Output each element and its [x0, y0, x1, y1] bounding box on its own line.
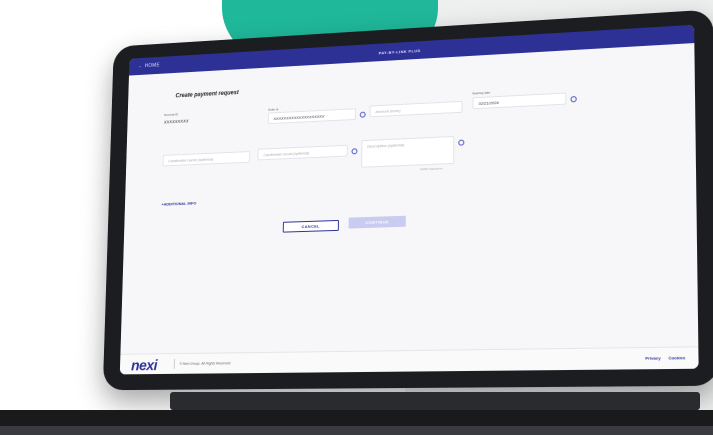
- terminal-id-label: Terminal ID: [163, 112, 178, 117]
- footer-divider: [173, 359, 175, 369]
- tablet-screen: ← HOME PAY-BY-LINK PLUS Create payment r…: [119, 24, 699, 375]
- copyright-text: © Nexi Group. All Rights Reserved.: [179, 361, 232, 366]
- description-counter: 0/255 characters: [420, 166, 443, 172]
- expiring-date-label: Expiring date: [472, 90, 491, 96]
- keyboard-hinge: [170, 392, 700, 410]
- cancel-button[interactable]: CANCEL: [282, 219, 339, 233]
- amount-input[interactable]: Amount (euro): [369, 100, 463, 118]
- expiring-date-field[interactable]: 02/21/2024: [472, 92, 567, 110]
- footer: nexi © Nexi Group. All Rights Reserved. …: [119, 346, 699, 375]
- back-label: HOME: [144, 62, 160, 70]
- nexi-logo: nexi: [130, 357, 158, 375]
- form-title: Create payment request: [175, 90, 239, 100]
- footer-links: Privacy Cookies: [639, 355, 685, 361]
- keyboard-edge: [0, 426, 713, 435]
- info-circle-icon[interactable]: [359, 111, 366, 118]
- order-id-field[interactable]: XXXXXXXXXXXXXXXXXXXX: [267, 108, 357, 125]
- cardholder-email-input[interactable]: Cardholder email (optional): [257, 144, 348, 161]
- info-circle-icon[interactable]: [458, 139, 465, 146]
- back-link[interactable]: ← HOME: [138, 63, 160, 70]
- continue-button[interactable]: CONTINUE: [348, 215, 406, 229]
- info-circle-icon[interactable]: [351, 148, 358, 155]
- cookies-link[interactable]: Cookies: [668, 355, 685, 361]
- info-circle-icon[interactable]: [570, 96, 577, 103]
- additional-info-link[interactable]: +ADDITIONAL INFO: [161, 201, 196, 207]
- keyboard-base: [0, 392, 713, 435]
- keyboard-body: [0, 410, 713, 426]
- app-title: PAY-BY-LINK PLUS: [378, 48, 421, 56]
- order-id-label: Order id: [267, 107, 279, 112]
- privacy-link[interactable]: Privacy: [645, 355, 660, 360]
- top-nav-bar: ← HOME PAY-BY-LINK PLUS: [128, 24, 695, 76]
- tablet-device: ← HOME PAY-BY-LINK PLUS Create payment r…: [102, 9, 713, 391]
- terminal-id-value: XXXXXXXXX: [163, 118, 189, 125]
- cardholder-name-input[interactable]: Cardholder name (optional): [162, 151, 251, 167]
- arrow-left-icon: ←: [138, 63, 144, 70]
- description-textarea[interactable]: Description (optional): [361, 135, 455, 168]
